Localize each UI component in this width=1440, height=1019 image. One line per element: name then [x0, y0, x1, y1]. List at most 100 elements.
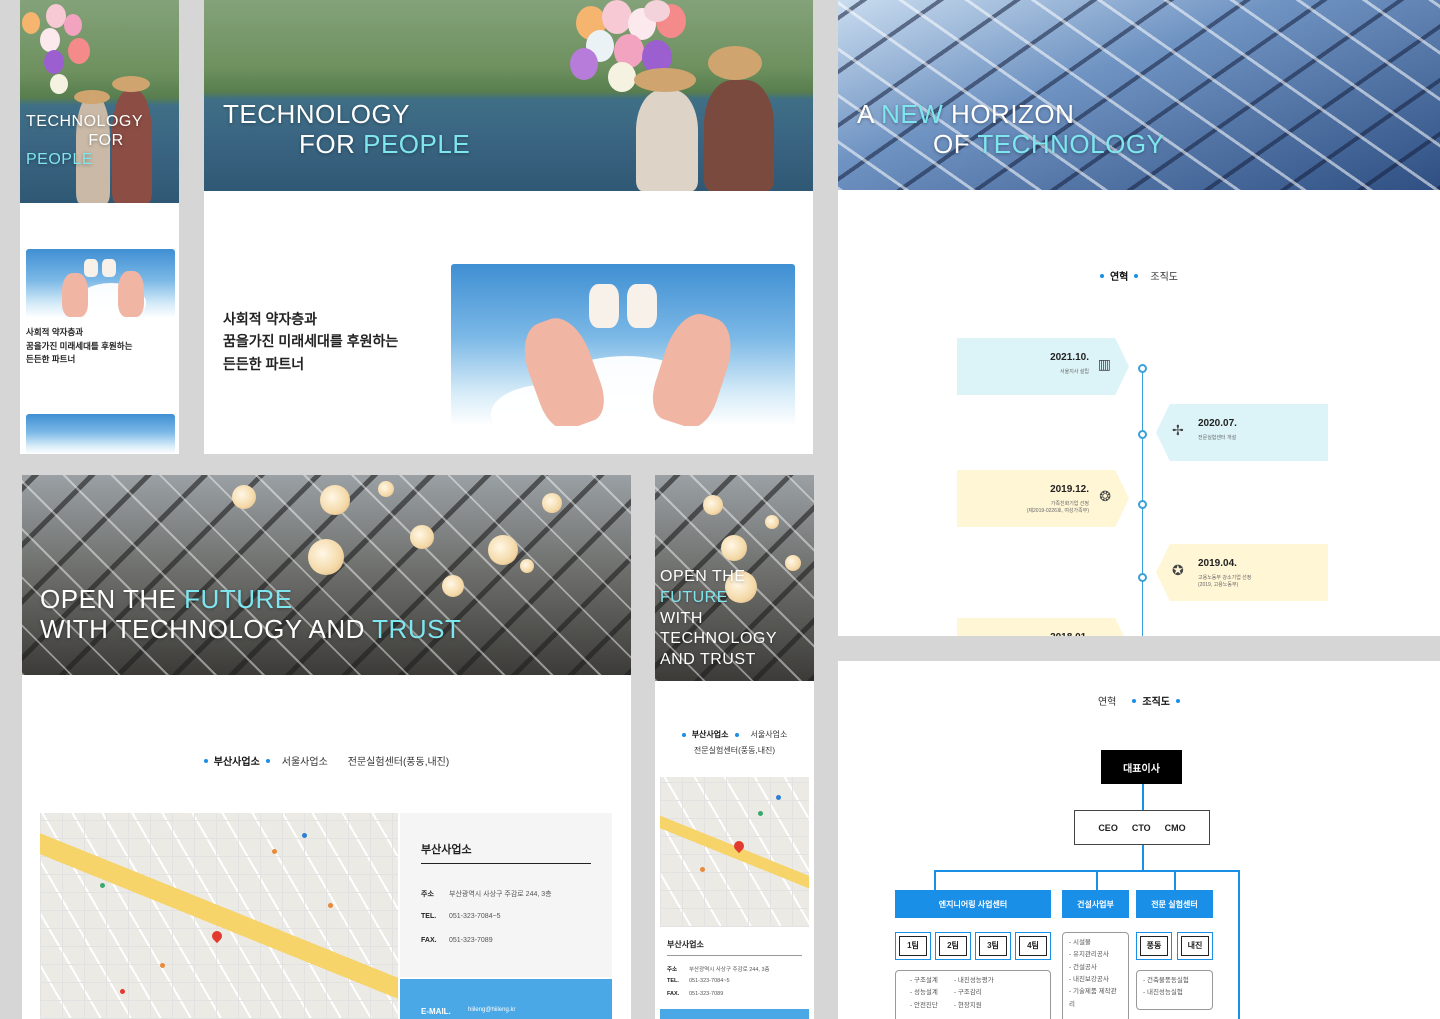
- hero-image-balloons: TECHNOLOGY FOR PEOPLE: [204, 0, 813, 191]
- task-item: - 구조설계: [910, 977, 938, 984]
- timeline-node: [1138, 430, 1147, 439]
- hero-line-2-accent: TRUST: [372, 613, 462, 644]
- team-2-label: 2팀: [939, 935, 967, 957]
- org-connector: [1174, 870, 1176, 890]
- tab-seoul-office[interactable]: 서울사업소: [751, 729, 788, 740]
- hero-line-1-accent: NEW: [881, 99, 944, 129]
- timeline-card: 2019.04. 고용노동부 강소기업 선정 (2019, 고용노동부) ✪: [1156, 544, 1328, 601]
- tab-history[interactable]: 연혁: [1110, 268, 1128, 283]
- hero-line-1: OPEN THE FUTURE: [40, 584, 461, 615]
- hero-line-1: OPEN THE: [660, 568, 746, 585]
- division-test-center: 전문 실험센터: [1136, 890, 1213, 918]
- tab-organization[interactable]: 조직도: [1150, 268, 1178, 283]
- task-item: - 기술제품 제작관리: [1069, 988, 1117, 1008]
- team-3-label: 3팀: [979, 935, 1007, 957]
- task-item: - 유지관리공사: [1069, 951, 1109, 959]
- team-wind-tunnel-label: 풍동: [1140, 935, 1168, 957]
- team-seismic: 내진: [1177, 932, 1213, 960]
- headline-line-3: 든든한 파트너: [26, 354, 76, 365]
- tel-row: TEL. 051-323-7084~5: [667, 978, 730, 984]
- construction-tasks: - 시설물 - 유지관리공사 - 건설공사 - 내진보강공사 - 기술제품 제작관리: [1062, 932, 1129, 1019]
- timeline-node: [1138, 500, 1147, 509]
- hero-line-1-accent: FUTURE: [184, 584, 293, 614]
- org-connector: [1238, 870, 1240, 1019]
- office-tabs: 부산사업소 서울사업소: [655, 729, 814, 740]
- office-title: 부산사업소: [421, 844, 472, 856]
- hero-image-atrium: OPEN THE FUTURE WITH TECHNOLOGY AND TRUS…: [655, 475, 814, 681]
- task-item: - 성능설계: [910, 989, 938, 997]
- timeline-year: 2020.07.: [1198, 418, 1237, 429]
- timeline-description: 고용노동부 강소기업 선정 (2019, 고용노동부): [1198, 575, 1252, 588]
- address-value: 부산광역시 사상구 주감로 244, 3층: [689, 967, 770, 973]
- award-icon: ✪: [1172, 562, 1184, 578]
- building-icon: ▥: [1097, 356, 1111, 372]
- active-dot: [681, 732, 686, 737]
- tab-busan-office[interactable]: 부산사업소: [214, 753, 260, 768]
- tel-value: 051-323-7084~5: [689, 978, 730, 984]
- team-4: 4팀: [1015, 932, 1051, 960]
- hero-line-2-accent: PEOPLE: [363, 128, 471, 159]
- org-connector: [934, 870, 1240, 872]
- hero-line-5: AND TRUST: [660, 650, 777, 671]
- address-row: 주소 부산광역시 사상구 주감로 244, 3층: [667, 965, 770, 973]
- hero-line-2-accent: TECHNOLOGY: [977, 128, 1165, 159]
- construction-task-list: - 시설물 - 유지관리공사 - 건설공사 - 내진보강공사 - 기술제품 제작관리: [1069, 937, 1122, 1011]
- hero-image-glass-ceiling: A NEW HORIZON OF TECHNOLOGY: [838, 0, 1440, 190]
- team-1-label: 1팀: [899, 935, 927, 957]
- desktop-headline: 사회적 약자층과 꿈을가진 미래세대를 후원하는 든든한 파트너: [223, 308, 398, 375]
- hero-line-2-prefix: OF: [933, 128, 978, 159]
- hero-line-1-suffix: HORIZON: [943, 99, 1075, 129]
- timeline-card: 2018.01.: [957, 618, 1129, 636]
- slide-future-desktop: OPEN THE FUTURE WITH TECHNOLOGY AND TRUS…: [22, 475, 631, 1019]
- timeline-year: 2019.12.: [1050, 484, 1089, 495]
- tab-seoul-office[interactable]: 서울사업소: [282, 753, 328, 768]
- fax-row: FAX. 051-323-7089: [421, 937, 493, 944]
- hero-line-1: TECHNOLOGY: [26, 113, 144, 130]
- task-item: - 안전진단: [910, 1001, 938, 1009]
- office-map[interactable]: [660, 777, 809, 927]
- hero-line-2: FOR PEOPLE: [223, 128, 471, 160]
- timeline-card: 2021.10. 서울지사 설립 ▥: [957, 338, 1129, 395]
- team-3: 3팀: [975, 932, 1011, 960]
- active-dot: [1099, 273, 1104, 278]
- active-dot: [1134, 273, 1139, 278]
- timeline-description: 가족친화기업 선정 (제2019-0226호, 여성가족부): [1026, 501, 1089, 514]
- slide-people-mobile: TECHNOLOGY FOR PEOPLE 사회적 약자층과 꿈을가진 미래세대…: [20, 0, 179, 454]
- exec-cto: CTO: [1131, 822, 1151, 833]
- timeline-year: 2019.04.: [1198, 558, 1237, 569]
- email-bar[interactable]: [660, 1009, 809, 1019]
- org-connector: [1142, 784, 1144, 810]
- hero-line-2: WITH TECHNOLOGY AND TRUST: [40, 613, 462, 645]
- email-bar[interactable]: E-MAIL. hiileng@hiileng.kr: [400, 979, 612, 1019]
- task-item: - 내진성능실험: [1143, 989, 1183, 997]
- address-label: 주소: [421, 891, 434, 898]
- test-center-task-list: - 건축물풍동실험 - 내진성능실험: [1143, 975, 1206, 1000]
- headline-line-1: 사회적 약자층과: [223, 311, 318, 327]
- hero-line-5-text: AND TRUST: [660, 651, 756, 669]
- timeline-description: 서울지사 설립: [1060, 369, 1089, 375]
- sky-hands-image: [451, 264, 795, 426]
- email-label: E-MAIL.: [421, 1007, 451, 1016]
- tab-test-center[interactable]: 전문실험센터(풍동,내진): [348, 753, 449, 768]
- headline-line-2: 꿈을가진 미래세대를 후원하는: [223, 333, 399, 350]
- hero-line-4: TECHNOLOGY: [660, 630, 778, 648]
- tab-busan-office[interactable]: 부산사업소: [692, 729, 729, 740]
- office-map[interactable]: [40, 813, 398, 1019]
- task-item: - 현장지원: [953, 1001, 982, 1009]
- timeline-year: 2018.01.: [1050, 632, 1089, 636]
- exec-cmo: CMO: [1164, 822, 1186, 833]
- active-dot: [734, 732, 739, 737]
- task-item: - 시설물: [1069, 939, 1091, 946]
- active-dot: [1176, 698, 1180, 703]
- team-seismic-label: 내진: [1181, 935, 1209, 957]
- map-pin-icon: [209, 928, 225, 944]
- timeline-node: [1138, 364, 1147, 373]
- tab-history[interactable]: 연혁: [1098, 693, 1116, 708]
- tab-organization[interactable]: 조직도: [1142, 693, 1170, 708]
- hero-line-2-prefix: FOR: [299, 128, 364, 159]
- task-item: - 내진성능평가: [953, 977, 994, 984]
- hero-line-2-prefix: WITH TECHNOLOGY AND: [40, 613, 373, 644]
- tel-label: TEL.: [667, 978, 679, 984]
- test-center-tasks: - 건축물풍동실험 - 내진성능실험: [1136, 970, 1213, 1010]
- tab-test-center[interactable]: 전문실험센터(풍동,내진): [694, 745, 775, 756]
